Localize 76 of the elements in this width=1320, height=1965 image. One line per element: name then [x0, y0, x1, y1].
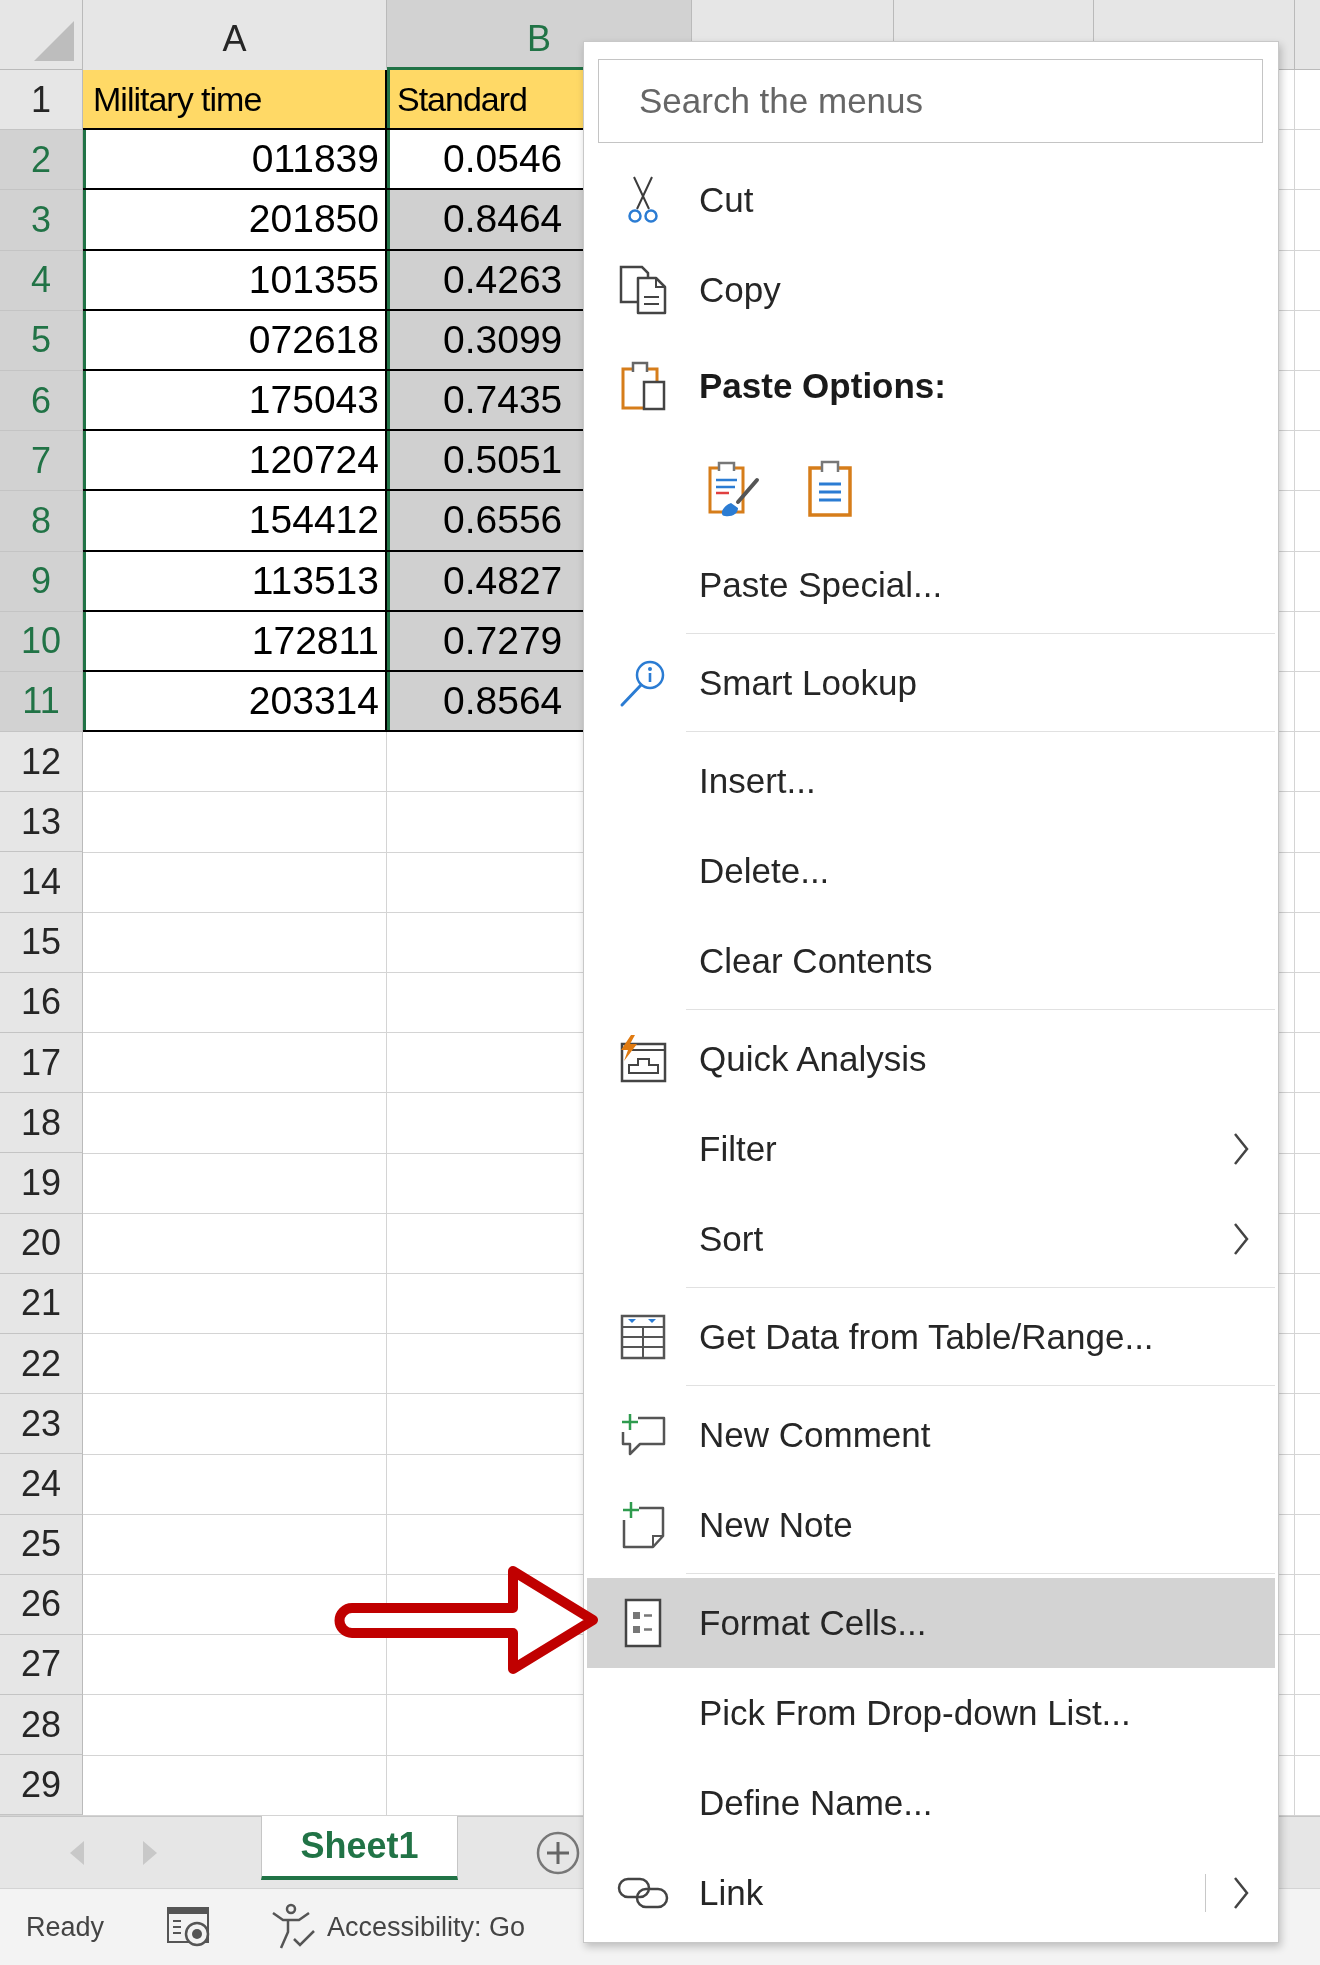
clipboard-document-icon: [620, 360, 666, 412]
table-cell: 072618: [83, 310, 387, 371]
menu-item[interactable]: Pick From Drop-down List...: [587, 1668, 1275, 1758]
plus-circle-icon: [536, 1830, 580, 1875]
copy-icon: [618, 264, 668, 316]
menu-heading: Paste Options:: [699, 366, 946, 406]
menu-search-field[interactable]: Search the menus: [598, 59, 1263, 143]
row-number[interactable]: 14: [0, 852, 83, 913]
table-cell: 113513: [83, 551, 387, 612]
table-cell: 201850: [83, 190, 387, 251]
row-number[interactable]: 12: [0, 732, 83, 793]
clipboard-icon: [807, 459, 853, 518]
triangle-right-icon: [143, 1840, 157, 1865]
status-text: Ready: [26, 1911, 105, 1943]
menu-item[interactable]: Format Cells...: [587, 1578, 1275, 1668]
row-number[interactable]: 25: [0, 1514, 83, 1575]
row-number[interactable]: 1: [0, 70, 83, 131]
chevron-right-icon: [1232, 1876, 1250, 1910]
row-number[interactable]: 2: [0, 130, 83, 191]
row-number[interactable]: 22: [0, 1333, 83, 1395]
row-number[interactable]: 11: [0, 671, 83, 733]
table-cell: 203314: [83, 671, 387, 733]
row-number[interactable]: 7: [0, 431, 83, 492]
menu-item[interactable]: Filter: [587, 1104, 1275, 1194]
row-number[interactable]: 9: [0, 551, 83, 612]
menu-item[interactable]: Insert...: [587, 736, 1275, 826]
row-number[interactable]: 4: [0, 250, 83, 311]
row-number[interactable]: 23: [0, 1394, 83, 1455]
clipboard-brush-icon: [707, 459, 761, 518]
table-cell: 120724: [83, 431, 387, 492]
row-number[interactable]: 18: [0, 1093, 83, 1154]
menu-item[interactable]: Link: [587, 1848, 1275, 1938]
accessibility-status[interactable]: Accessibility: Go: [327, 1911, 526, 1943]
magnifier-info-icon: [619, 658, 667, 708]
menu-item[interactable]: Quick Analysis: [587, 1014, 1275, 1104]
row-number[interactable]: 21: [0, 1273, 83, 1334]
row-number[interactable]: 29: [0, 1755, 83, 1816]
menu-item[interactable]: Define Name...: [587, 1758, 1275, 1848]
chevron-right-icon: [1232, 1132, 1250, 1166]
row-number[interactable]: 16: [0, 972, 83, 1033]
table-cell: 175043: [83, 370, 387, 432]
row-number[interactable]: 19: [0, 1153, 83, 1214]
table-cell: 154412: [83, 491, 387, 552]
row-number[interactable]: 8: [0, 491, 83, 552]
sheet-tab[interactable]: Sheet1: [261, 1816, 458, 1880]
lightning-window-icon: [618, 1035, 668, 1083]
list-document-icon: [623, 1598, 663, 1648]
row-number[interactable]: 24: [0, 1454, 83, 1515]
row-number[interactable]: 6: [0, 370, 83, 432]
menu-item[interactable]: New Comment: [587, 1390, 1275, 1480]
triangle-left-icon: [70, 1840, 84, 1865]
row-number[interactable]: 15: [0, 912, 83, 973]
menu-item[interactable]: New Note: [587, 1480, 1275, 1570]
row-number[interactable]: 5: [0, 310, 83, 371]
scissors-icon: [628, 176, 658, 224]
row-number[interactable]: 10: [0, 611, 83, 672]
row-number[interactable]: 20: [0, 1213, 83, 1274]
row-number[interactable]: 17: [0, 1033, 83, 1094]
table-header-cell: Military time: [83, 70, 387, 131]
row-number[interactable]: 3: [0, 190, 83, 251]
menu-item[interactable]: Sort: [587, 1194, 1275, 1284]
table-cell: 011839: [83, 130, 387, 191]
menu-item[interactable]: Delete...: [587, 826, 1275, 916]
menu-item[interactable]: Clear Contents: [587, 916, 1275, 1006]
add-sheet-button[interactable]: [536, 1830, 580, 1875]
menu-item[interactable]: Get Data from Table/Range...: [587, 1292, 1275, 1382]
table-cell: 172811: [83, 611, 387, 672]
table-icon: [620, 1314, 666, 1360]
row-number[interactable]: 26: [0, 1574, 83, 1635]
chevron-right-icon: [1232, 1222, 1250, 1256]
link-icon: [617, 1875, 669, 1911]
row-number[interactable]: 13: [0, 792, 83, 853]
row-number[interactable]: 28: [0, 1695, 83, 1756]
row-number[interactable]: 27: [0, 1634, 83, 1696]
column-header[interactable]: A: [83, 0, 387, 70]
table-cell: 101355: [83, 250, 387, 311]
